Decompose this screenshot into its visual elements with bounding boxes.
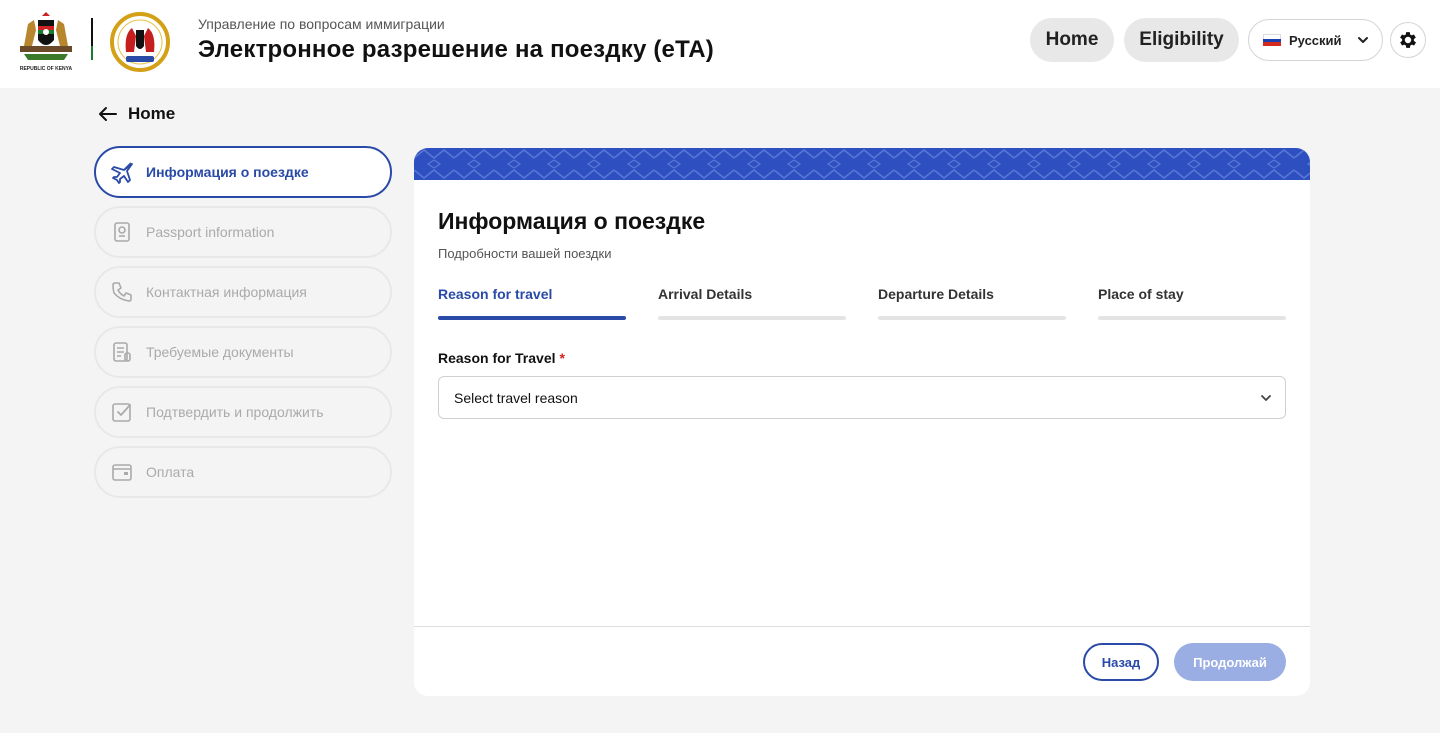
- step-label: Контактная информация: [146, 284, 307, 300]
- russia-flag-icon: [1263, 34, 1281, 47]
- tab-indicator: [878, 316, 1066, 320]
- tab-indicator: [658, 316, 846, 320]
- eligibility-button[interactable]: Eligibility: [1124, 18, 1239, 62]
- header-subtitle: Управление по вопросам иммиграции: [198, 16, 445, 32]
- reason-for-travel-label: Reason for Travel *: [438, 350, 565, 366]
- tab-place-of-stay[interactable]: Place of stay: [1098, 286, 1286, 320]
- step-passport-information[interactable]: Passport information: [94, 206, 392, 258]
- language-selector[interactable]: Русский: [1248, 19, 1383, 61]
- tab-label: Arrival Details: [658, 286, 753, 302]
- tab-departure-details[interactable]: Departure Details: [878, 286, 1066, 320]
- tab-reason-for-travel[interactable]: Reason for travel: [438, 286, 626, 320]
- page-title: Электронное разрешение на поездку (eTA): [198, 36, 714, 63]
- settings-button[interactable]: [1390, 22, 1426, 58]
- tab-label: Reason for travel: [438, 286, 553, 302]
- reason-for-travel-select[interactable]: Select travel reason: [438, 376, 1286, 419]
- required-marker: *: [559, 350, 565, 366]
- checkbox-icon: [110, 400, 134, 424]
- step-payment[interactable]: Оплата: [94, 446, 392, 498]
- footer-divider: [414, 626, 1310, 627]
- document-icon: [110, 340, 134, 364]
- step-contact-information[interactable]: Контактная информация: [94, 266, 392, 318]
- trip-information-card: Информация о поездке Подробности вашей п…: [414, 148, 1310, 696]
- header: REPUBLIC OF KENYA Управление по вопросам…: [0, 0, 1440, 88]
- logo-divider: [91, 18, 93, 60]
- chevron-down-icon: [1357, 37, 1368, 43]
- step-confirm-and-continue[interactable]: Подтвердить и продолжить: [94, 386, 392, 438]
- step-label: Подтвердить и продолжить: [146, 404, 324, 420]
- field-label-text: Reason for Travel: [438, 350, 556, 366]
- decorative-banner: [414, 148, 1310, 180]
- step-label: Passport information: [146, 224, 275, 240]
- phone-icon: [110, 280, 134, 304]
- airplane-icon: [110, 160, 134, 184]
- continue-button[interactable]: Продолжай: [1174, 643, 1286, 681]
- logo-caption: REPUBLIC OF KENYA: [19, 66, 73, 72]
- section-title: Информация о поездке: [438, 208, 706, 234]
- passport-icon: [110, 220, 134, 244]
- arrow-left-icon: [99, 107, 117, 121]
- back-button[interactable]: Назад: [1083, 643, 1159, 681]
- back-label: Home: [128, 104, 176, 123]
- immigration-logo: [108, 12, 172, 72]
- home-button[interactable]: Home: [1030, 18, 1114, 62]
- step-label: Требуемые документы: [146, 344, 294, 360]
- tab-label: Place of stay: [1098, 286, 1184, 302]
- gear-icon: [1400, 32, 1416, 48]
- tab-indicator: [1098, 316, 1286, 320]
- wallet-icon: [110, 460, 134, 484]
- select-value: Select travel reason: [454, 389, 578, 406]
- tab-label: Departure Details: [878, 286, 994, 302]
- step-required-documents[interactable]: Требуемые документы: [94, 326, 392, 378]
- step-trip-information[interactable]: Информация о поездке: [94, 146, 392, 198]
- step-label: Информация о поездке: [146, 164, 309, 180]
- kenya-coat-of-arms-logo: REPUBLIC OF KENYA: [14, 10, 78, 74]
- tab-indicator: [438, 316, 626, 320]
- tab-arrival-details[interactable]: Arrival Details: [658, 286, 846, 320]
- step-label: Оплата: [146, 464, 195, 480]
- section-subtitle: Подробности вашей поездки: [438, 246, 612, 261]
- chevron-down-icon: [1261, 395, 1271, 401]
- language-label: Русский: [1289, 32, 1342, 48]
- back-home-link[interactable]: Home: [98, 104, 175, 124]
